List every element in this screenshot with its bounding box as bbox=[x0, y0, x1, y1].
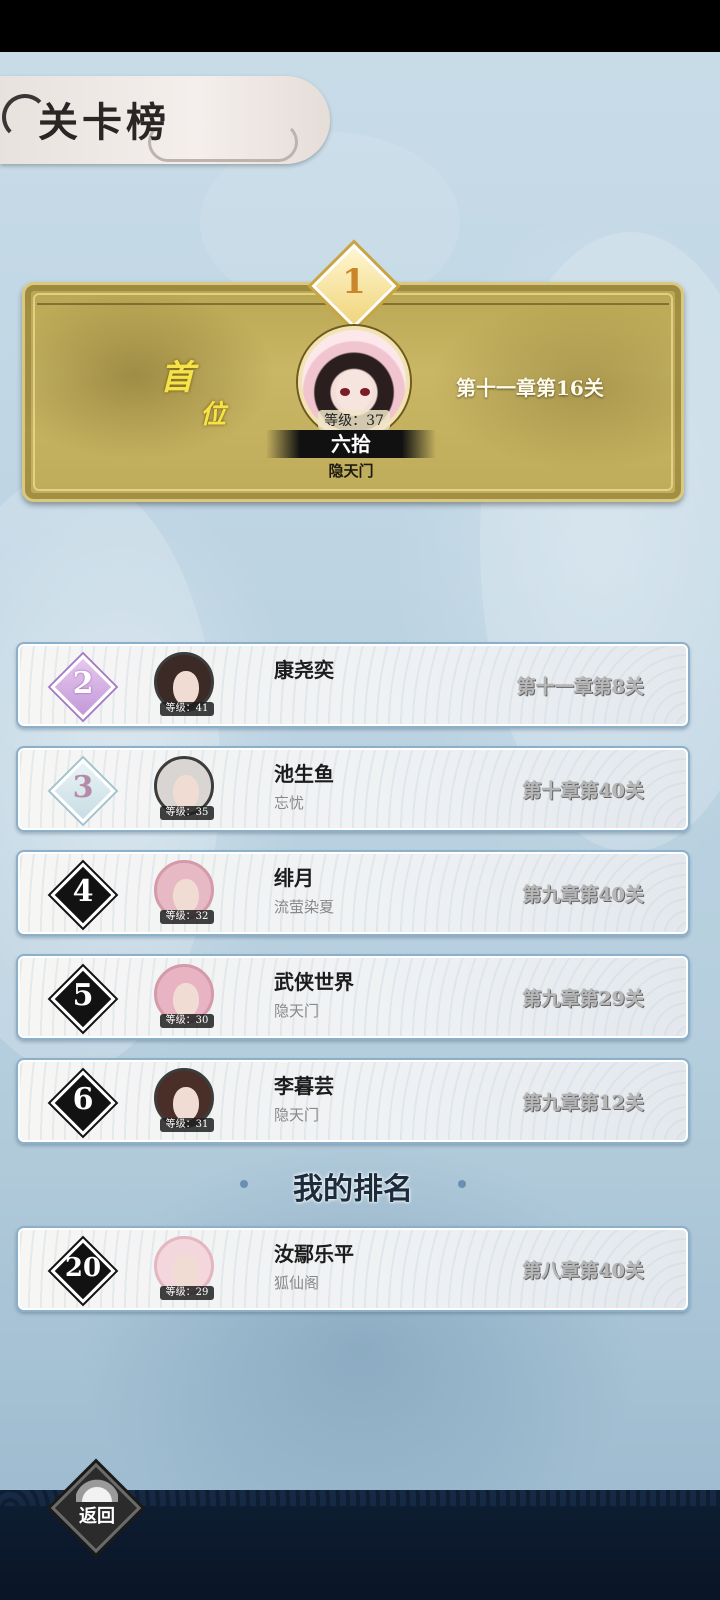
first-place-guild: 隐天门 bbox=[328, 462, 374, 480]
my-rank-heading: 我的排名 bbox=[293, 1172, 413, 1207]
rank-badge: 5 bbox=[48, 964, 118, 1034]
back-label: 返回 bbox=[79, 1506, 115, 1527]
first-place-level: 等级：37 bbox=[318, 410, 390, 430]
cloud-ornament-icon bbox=[148, 122, 298, 162]
player-guild: 隐天门 bbox=[274, 1002, 320, 1020]
first-place-progress: 第十一章第16关 bbox=[456, 376, 604, 400]
rank-row-4[interactable]: 4 等级：32 绯月 流萤染夏 第九章第40关 bbox=[16, 850, 690, 936]
status-bar bbox=[0, 0, 720, 52]
player-guild: 狐仙阁 bbox=[274, 1274, 320, 1292]
back-crest-icon bbox=[76, 1472, 118, 1502]
back-button[interactable]: 返回 bbox=[50, 1462, 142, 1554]
first-place-emblem: 首 位 bbox=[160, 358, 227, 430]
player-guild: 流萤染夏 bbox=[274, 898, 335, 916]
player-guild: 隐天门 bbox=[274, 1106, 320, 1124]
player-progress: 第十章第40关 bbox=[522, 780, 644, 802]
rank-row-2[interactable]: 2 等级：41 康尧奕 第十一章第8关 bbox=[16, 642, 690, 728]
player-level: 等级：30 bbox=[160, 1014, 214, 1028]
rank-row-5[interactable]: 5 等级：30 武侠世界 隐天门 第九章第29关 bbox=[16, 954, 690, 1040]
my-rank-row[interactable]: 20 等级：29 汝鄢乐平 狐仙阁 第八章第40关 bbox=[16, 1226, 690, 1312]
player-level: 等级：31 bbox=[160, 1118, 214, 1132]
player-level: 等级：32 bbox=[160, 910, 214, 924]
player-name: 绯月 bbox=[274, 866, 314, 890]
title-banner: 关卡榜 bbox=[0, 76, 330, 164]
rank-badge: 3 bbox=[48, 756, 118, 826]
player-guild: 忘忧 bbox=[274, 794, 305, 812]
player-progress: 第八章第40关 bbox=[522, 1260, 644, 1282]
rank-1-number: 1 bbox=[342, 262, 366, 302]
divider-dot bbox=[458, 1180, 466, 1188]
player-name: 康尧奕 bbox=[274, 658, 334, 682]
player-level: 等级：29 bbox=[160, 1286, 214, 1300]
player-name: 武侠世界 bbox=[274, 970, 354, 994]
player-name: 李暮芸 bbox=[274, 1074, 334, 1098]
rank-badge: 20 bbox=[48, 1236, 118, 1306]
rank-row-6[interactable]: 6 等级：31 李暮芸 隐天门 第九章第12关 bbox=[16, 1058, 690, 1144]
first-place-name: 六拾 bbox=[266, 430, 436, 458]
player-progress: 第九章第12关 bbox=[522, 1092, 644, 1114]
player-level: 等级：41 bbox=[160, 702, 214, 716]
page-title: 关卡榜 bbox=[38, 99, 170, 146]
player-name: 池生鱼 bbox=[274, 762, 334, 786]
player-progress: 第十一章第8关 bbox=[516, 676, 644, 698]
rank-row-3[interactable]: 3 等级：35 池生鱼 忘忧 第十章第40关 bbox=[16, 746, 690, 832]
rank-badge: 6 bbox=[48, 1068, 118, 1138]
player-progress: 第九章第40关 bbox=[522, 884, 644, 906]
rank-badge: 4 bbox=[48, 860, 118, 930]
player-name: 汝鄢乐平 bbox=[274, 1242, 354, 1266]
player-level: 等级：35 bbox=[160, 806, 214, 820]
player-progress: 第九章第29关 bbox=[522, 988, 644, 1010]
rank-badge: 2 bbox=[48, 652, 118, 722]
